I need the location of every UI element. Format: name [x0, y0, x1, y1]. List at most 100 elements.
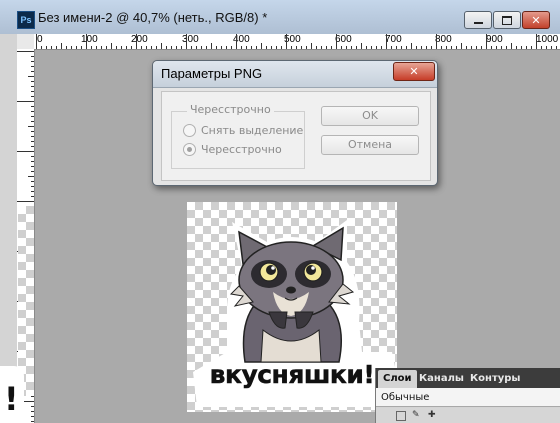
ruler-tick [71, 46, 72, 49]
ruler-tick [126, 46, 127, 49]
ruler-tick [196, 46, 197, 49]
lock-pixels-icon[interactable]: ✎ [412, 410, 420, 420]
ruler-tick [31, 66, 34, 67]
ruler-tick [28, 76, 34, 77]
horizontal-ruler[interactable]: 0 100 200 300 400 500 600 700 800 900 10… [34, 34, 560, 50]
ruler-tick [96, 46, 97, 49]
lock-row: ✎ ✚ [376, 408, 560, 423]
ruler-tick [511, 43, 512, 49]
layers-panel: Слои Каналы Контуры Обычные ✎ ✚ [375, 368, 560, 423]
ruler-tick [31, 116, 34, 117]
ruler-tick [246, 46, 247, 49]
dialog-close-button[interactable]: ✕ [393, 62, 435, 81]
ruler-tick [28, 126, 34, 127]
radio-interlaced-label: Чересстрочно [201, 143, 282, 156]
ruler-tick [66, 46, 67, 49]
ruler-tick [31, 181, 34, 182]
ruler-tick [146, 46, 147, 49]
restore-button[interactable] [493, 11, 521, 29]
tab-layers[interactable]: Слои [378, 370, 417, 388]
left-tool-strip [0, 34, 18, 423]
ruler-tick [76, 46, 77, 49]
radio-button-selected-icon [183, 143, 196, 156]
close-button[interactable]: ✕ [522, 11, 550, 29]
ruler-tick [331, 46, 332, 49]
ruler-tick [546, 46, 547, 49]
ruler-tick [476, 46, 477, 49]
ruler-tick [156, 46, 157, 49]
ruler-tick [51, 46, 52, 49]
ruler-tick [371, 46, 372, 49]
ruler-tick [31, 91, 34, 92]
ruler-tick [17, 101, 34, 102]
dialog-title-bar[interactable]: Параметры PNG ✕ [153, 61, 437, 88]
ruler-label: 200 [131, 34, 148, 45]
ruler-tick [336, 34, 337, 49]
tab-paths[interactable]: Контуры [465, 370, 525, 388]
sticker-fragment: ! [0, 366, 24, 423]
ruler-tick [541, 46, 542, 49]
ruler-tick [431, 46, 432, 49]
ruler-tick [301, 46, 302, 49]
radio-none[interactable]: Снять выделение [183, 124, 303, 137]
minimize-icon [473, 22, 483, 24]
sticker-fragment-text: ! [4, 380, 19, 418]
ruler-tick [256, 46, 257, 49]
ruler-tick [17, 51, 34, 52]
ruler-tick [551, 46, 552, 49]
image-canvas[interactable]: вкусняшки! [187, 202, 397, 412]
ruler-tick [111, 43, 112, 49]
ruler-tick [486, 34, 487, 49]
ruler-tick [346, 46, 347, 49]
ruler-tick [536, 34, 537, 49]
ruler-tick [31, 186, 34, 187]
ruler-tick [31, 396, 34, 397]
blend-mode-select[interactable]: Обычные [376, 388, 560, 407]
ruler-label: 900 [486, 34, 503, 45]
ruler-tick [31, 406, 34, 407]
ruler-tick [191, 46, 192, 49]
ruler-tick [406, 46, 407, 49]
ruler-origin[interactable] [17, 34, 35, 50]
ruler-tick [121, 46, 122, 49]
restore-icon [502, 15, 512, 25]
ruler-label: 1000 [536, 34, 559, 45]
ruler-tick [31, 71, 34, 72]
ruler-tick [201, 46, 202, 49]
ruler-label: 800 [435, 34, 452, 45]
ruler-tick [241, 46, 242, 49]
radio-none-label: Снять выделение [201, 124, 304, 137]
interlace-group [171, 111, 305, 169]
lock-transparency-icon[interactable] [396, 411, 406, 421]
ruler-tick [166, 46, 167, 49]
ruler-tick [351, 46, 352, 49]
tab-channels[interactable]: Каналы [414, 370, 469, 388]
panel-tab-bar: Слои Каналы Контуры [376, 368, 560, 388]
ruler-tick [421, 46, 422, 49]
ruler-tick [231, 46, 232, 49]
ruler-tick [521, 46, 522, 49]
ruler-tick [306, 46, 307, 49]
ruler-tick [341, 46, 342, 49]
cancel-button[interactable]: Отмена [321, 135, 419, 155]
ruler-tick [31, 161, 34, 162]
ruler-tick [316, 46, 317, 49]
radio-dot-icon [187, 147, 192, 152]
ruler-tick [206, 46, 207, 49]
ruler-tick [31, 416, 34, 417]
ruler-tick [31, 96, 34, 97]
ruler-tick [91, 46, 92, 49]
lock-position-icon[interactable]: ✚ [428, 410, 436, 420]
minimize-button[interactable] [464, 11, 492, 29]
ruler-tick [151, 46, 152, 49]
ruler-tick [31, 156, 34, 157]
ok-button[interactable]: OK [321, 106, 419, 126]
ruler-tick [491, 46, 492, 49]
photoshop-app-icon: Ps [17, 11, 35, 29]
radio-interlaced[interactable]: Чересстрочно [183, 143, 282, 156]
ruler-tick [366, 46, 367, 49]
ruler-tick [296, 46, 297, 49]
ruler-label: 700 [385, 34, 402, 45]
ruler-tick [31, 131, 34, 132]
ruler-tick [396, 46, 397, 49]
